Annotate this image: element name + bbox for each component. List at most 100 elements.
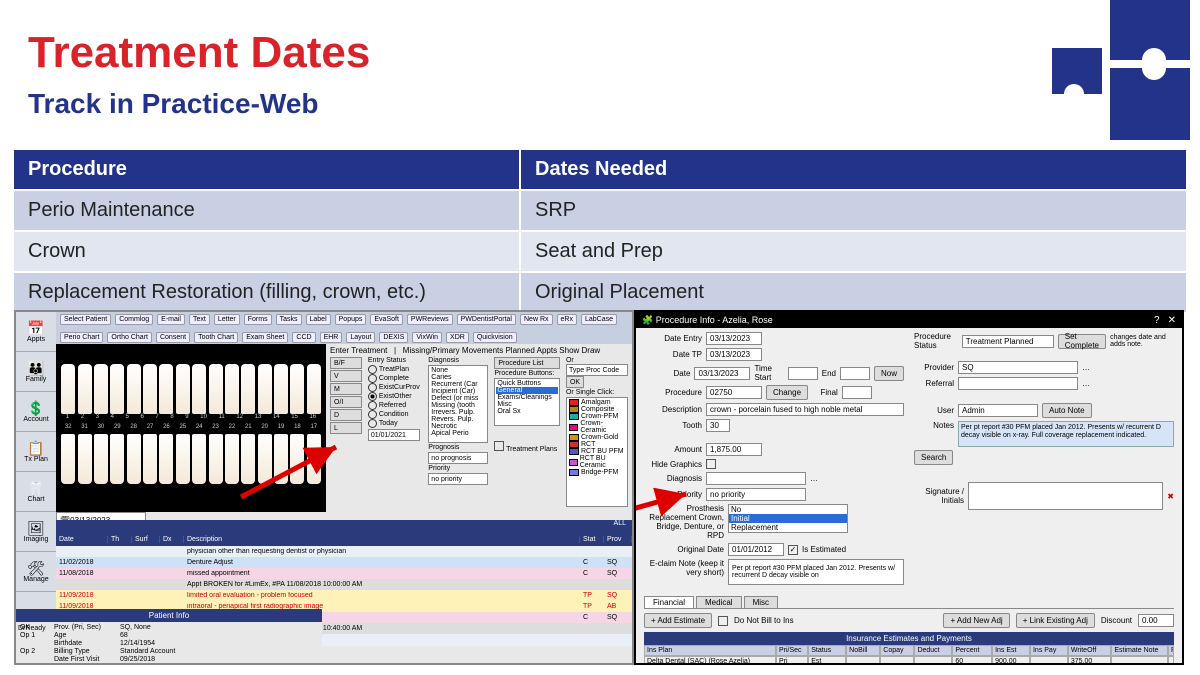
date-entry-field[interactable]: 03/13/2023	[706, 332, 762, 345]
date-field[interactable]: 03/13/2023	[694, 367, 750, 380]
toolbar-label[interactable]: Label	[306, 314, 331, 325]
toolbar-text[interactable]: Text	[189, 314, 210, 325]
priority-field[interactable]: no priority	[428, 473, 488, 485]
eclaim-note-field[interactable]: Per pt report #30 PFM placed Jan 2012. P…	[728, 559, 904, 585]
link-existing-adj-button[interactable]: + Link Existing Adj	[1016, 613, 1095, 628]
clear-sig-icon[interactable]: ✖	[1167, 492, 1174, 501]
toolbar-exam-sheet[interactable]: Exam Sheet	[242, 332, 288, 343]
entry-date-field[interactable]: 01/01/2021	[368, 429, 420, 441]
toolbar-evasoft[interactable]: EvaSoft	[370, 314, 403, 325]
proc-type-rct[interactable]: RCT	[568, 441, 626, 448]
proc-type-crown-gold[interactable]: Crown-Gold	[568, 434, 626, 441]
do-not-bill-checkbox[interactable]	[718, 616, 728, 626]
toolbar-e-mail[interactable]: E-mail	[157, 314, 185, 325]
tab-medical[interactable]: Medical	[696, 596, 742, 608]
help-icon[interactable]: ?	[1154, 315, 1160, 326]
toolbar-labcase[interactable]: LabCase	[581, 314, 617, 325]
toolbar-ortho-chart[interactable]: Ortho Chart	[107, 332, 152, 343]
toolbar-select-patient[interactable]: Select Patient	[60, 314, 111, 325]
type-proc-code-field[interactable]: Type Proc Code	[566, 364, 628, 376]
auto-note-button[interactable]: Auto Note	[1042, 403, 1092, 418]
ellipsis-button[interactable]: …	[810, 474, 818, 483]
discount-field[interactable]: 0.00	[1138, 614, 1174, 627]
final-field[interactable]	[842, 386, 872, 399]
ellipsis-button[interactable]: …	[1082, 363, 1090, 372]
entry-status-existcurprov[interactable]: ExistCurProv	[368, 383, 422, 392]
priority-field-2[interactable]: no priority	[706, 488, 806, 501]
treatment-plans-checkbox[interactable]	[494, 441, 504, 451]
grid-row[interactable]: Appt BROKEN for #LimEx, #PA 11/08/2018 1…	[56, 579, 632, 590]
toolbar-ehr[interactable]: EHR	[320, 332, 343, 343]
toolbar-new-rx[interactable]: New Rx	[520, 314, 553, 325]
time-start-field[interactable]	[788, 367, 818, 380]
proc-type-crown-ceramic[interactable]: Crown-Ceramic	[568, 420, 626, 434]
nav-chart[interactable]: 🦷Chart	[16, 472, 56, 512]
proc-type-amalgam[interactable]: Amalgam	[568, 399, 626, 406]
grid-row[interactable]: physician other than requesting dentist …	[56, 546, 632, 557]
ok-button[interactable]: OK	[566, 376, 584, 388]
tab-financial[interactable]: Financial	[644, 596, 694, 608]
change-button[interactable]: Change	[766, 385, 808, 400]
now-button[interactable]: Now	[874, 366, 904, 381]
time-end-field[interactable]	[840, 367, 870, 380]
nav-appts[interactable]: 📅Appts	[16, 312, 56, 352]
proc-type-crown-pfm[interactable]: Crown-PFM	[568, 413, 626, 420]
search-button[interactable]: Search	[914, 450, 953, 465]
toolbar-quickvision[interactable]: Quickvision	[473, 332, 517, 343]
procedure-code-field[interactable]: 02750	[706, 386, 762, 399]
surface-btn-V[interactable]: V	[330, 370, 362, 382]
signature-field[interactable]	[968, 482, 1163, 510]
tab-misc[interactable]: Misc	[744, 596, 778, 608]
is-estimated-checkbox[interactable]: ✓	[788, 545, 798, 555]
surface-btn-OI[interactable]: O/I	[330, 396, 362, 408]
toolbar-consent[interactable]: Consent	[156, 332, 190, 343]
toolbar-perio-chart[interactable]: Perio Chart	[60, 332, 103, 343]
ins-est-table[interactable]: Ins PlanPri/SecStatusNoBillCopayDeductPe…	[644, 645, 1174, 665]
surface-btn-D[interactable]: D	[330, 409, 362, 421]
ellipsis-button[interactable]: …	[1082, 379, 1090, 388]
entry-status-referred[interactable]: Referred	[368, 401, 422, 410]
proc-type-bridge-pfm[interactable]: Bridge-PFM	[568, 469, 626, 476]
tooth-field[interactable]: 30	[706, 419, 730, 432]
toolbar-tooth-chart[interactable]: Tooth Chart	[194, 332, 238, 343]
toolbar-letter[interactable]: Letter	[214, 314, 240, 325]
tooth-chart[interactable]: 12345678910111213141516 3231302928272625…	[56, 344, 326, 512]
provider-field[interactable]: SQ	[958, 361, 1078, 374]
grid-row[interactable]: 11/02/2018Denture AdjustCSQ	[56, 557, 632, 568]
notes-field[interactable]: Per pt report #30 PFM placed Jan 2012. P…	[958, 421, 1174, 447]
prosthesis-list[interactable]: NoInitialReplacement	[728, 504, 848, 533]
prognosis-field[interactable]: no prognosis	[428, 452, 488, 464]
toolbar-ccd[interactable]: CCD	[292, 332, 315, 343]
hide-graphics-checkbox[interactable]	[706, 459, 716, 469]
toolbar-pwreviews[interactable]: PWReviews	[407, 314, 453, 325]
toolbar-erx[interactable]: eRx	[557, 314, 577, 325]
nav-manage[interactable]: 🛠Manage	[16, 552, 56, 592]
proc-type-composite[interactable]: Composite	[568, 406, 626, 413]
entry-status-complete[interactable]: Complete	[368, 374, 422, 383]
grid-row[interactable]: 11/09/2018limited oral evaluation - prob…	[56, 590, 632, 601]
nav-tx plan[interactable]: 📋Tx Plan	[16, 432, 56, 472]
nav-account[interactable]: 💲Account	[16, 392, 56, 432]
surface-btn-M[interactable]: M	[330, 383, 362, 395]
entry-status-today[interactable]: Today	[368, 419, 422, 428]
diagnosis-field[interactable]	[706, 472, 806, 485]
entry-status-treatplan[interactable]: TreatPlan	[368, 365, 422, 374]
toolbar-commlog[interactable]: Commlog	[115, 314, 153, 325]
proc-type-rct-bu-ceramic[interactable]: RCT BU Ceramic	[568, 455, 626, 469]
toolbar-layout[interactable]: Layout	[346, 332, 375, 343]
proc-type-rct-bu-pfm[interactable]: RCT BU PFM	[568, 448, 626, 455]
grid-row[interactable]: 11/08/2018missed appointmentCSQ	[56, 568, 632, 579]
toolbar-forms[interactable]: Forms	[244, 314, 272, 325]
entry-status-existother[interactable]: ExistOther	[368, 392, 422, 401]
user-field[interactable]: Admin	[958, 404, 1038, 417]
nav-family[interactable]: 👪Family	[16, 352, 56, 392]
add-estimate-button[interactable]: + Add Estimate	[644, 613, 712, 628]
date-tp-field[interactable]: 03/13/2023	[706, 348, 762, 361]
amount-field[interactable]: 1,875.00	[706, 443, 762, 456]
add-new-adj-button[interactable]: + Add New Adj	[943, 613, 1009, 628]
toolbar-popups[interactable]: Popups	[335, 314, 367, 325]
close-icon[interactable]: ✕	[1168, 315, 1176, 326]
toolbar-pwdentistportal[interactable]: PWDentistPortal	[457, 314, 516, 325]
toolbar-vixwin[interactable]: VixWin	[412, 332, 442, 343]
description-field[interactable]: crown - porcelain fused to high noble me…	[706, 403, 904, 416]
